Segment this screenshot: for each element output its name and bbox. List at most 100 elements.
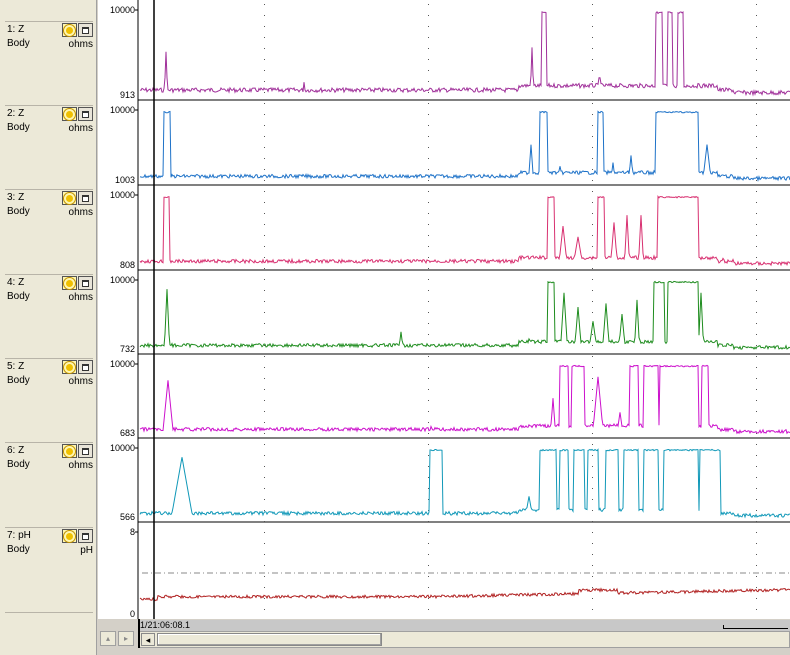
y-min-label: 0 <box>130 609 135 619</box>
separator <box>5 612 93 613</box>
grid-dot <box>428 301 429 302</box>
grid-dot <box>592 224 593 225</box>
grid-dot <box>592 488 593 489</box>
grid-dot <box>264 400 265 401</box>
lock-icon[interactable] <box>78 107 93 121</box>
channel-label-5[interactable]: 5: Z Body ohms <box>0 358 97 442</box>
lock-icon[interactable] <box>78 444 93 458</box>
lightbulb-icon[interactable] <box>62 191 77 205</box>
grid-dot <box>264 466 265 467</box>
grid-dot <box>756 15 757 16</box>
grid-dot <box>264 268 265 269</box>
grid-dot <box>428 246 429 247</box>
grid-dot <box>756 114 757 115</box>
grid-dot <box>592 466 593 467</box>
grid-dot <box>592 444 593 445</box>
grid-dot <box>264 136 265 137</box>
grid-dot <box>756 510 757 511</box>
grid-dot <box>264 191 265 192</box>
grid-dot <box>264 521 265 522</box>
channel-name: 5: Z <box>7 361 25 372</box>
nav-buttons: ◂ ▸ <box>0 628 136 655</box>
time-cursor-foot <box>138 619 140 648</box>
grid-dot <box>428 422 429 423</box>
nav-left-button-2[interactable]: ▴ <box>100 631 116 646</box>
grid-dot <box>592 301 593 302</box>
grid-dot <box>428 213 429 214</box>
grid-dot <box>756 290 757 291</box>
grid-dot <box>264 103 265 104</box>
channel-label-2[interactable]: 2: Z Body ohms <box>0 105 97 189</box>
channel-label-1[interactable]: 1: Z Body ohms <box>0 21 97 105</box>
grid-dot <box>428 224 429 225</box>
grid-dot <box>428 466 429 467</box>
time-label: 1/21:06:08.1 <box>140 620 191 630</box>
grid-dot <box>756 323 757 324</box>
lightbulb-icon[interactable] <box>62 107 77 121</box>
channel-name: 2: Z <box>7 108 25 119</box>
grid-dot <box>756 466 757 467</box>
channel-location: Body <box>7 122 30 133</box>
lock-icon[interactable] <box>78 191 93 205</box>
lock-icon[interactable] <box>78 276 93 290</box>
lightbulb-icon[interactable] <box>62 23 77 37</box>
grid-dot <box>264 356 265 357</box>
scroll-left-icon[interactable]: ◂ <box>141 633 155 646</box>
grid-dot <box>756 334 757 335</box>
grid-dot <box>756 576 757 577</box>
grid-dot <box>756 477 757 478</box>
channel-label-end <box>0 612 97 622</box>
grid-dot <box>264 235 265 236</box>
y-max-label: 10000 <box>110 5 135 15</box>
grid-dot <box>756 103 757 104</box>
grid-dot <box>592 565 593 566</box>
grid-dot <box>592 576 593 577</box>
grid-dot <box>428 521 429 522</box>
lock-icon[interactable] <box>78 529 93 543</box>
lock-icon[interactable] <box>78 23 93 37</box>
channel-label-6[interactable]: 6: Z Body ohms <box>0 442 97 526</box>
lightbulb-icon[interactable] <box>62 360 77 374</box>
grid-dot <box>428 312 429 313</box>
grid-dot <box>264 48 265 49</box>
grid-dot <box>592 26 593 27</box>
grid-dot <box>756 422 757 423</box>
grid-dot <box>756 257 757 258</box>
grid-dot <box>756 59 757 60</box>
y-min-label: 566 <box>120 512 135 522</box>
grid-dot <box>592 554 593 555</box>
grid-dot <box>428 70 429 71</box>
y-max-label: 10000 <box>110 190 135 200</box>
lightbulb-icon[interactable] <box>62 444 77 458</box>
lightbulb-icon[interactable] <box>62 529 77 543</box>
grid-dot <box>428 554 429 555</box>
grid-dot <box>756 444 757 445</box>
grid-dot <box>756 455 757 456</box>
lock-icon[interactable] <box>78 360 93 374</box>
channel-trace-5 <box>139 364 790 435</box>
grid-dot <box>592 532 593 533</box>
grid-dot <box>264 543 265 544</box>
nav-right-button-2[interactable]: ▸ <box>118 631 134 646</box>
grid-dot <box>428 488 429 489</box>
horizontal-scrollbar[interactable]: ◂ <box>138 631 790 648</box>
scrollbar-thumb[interactable] <box>157 633 382 646</box>
grid-dot <box>264 499 265 500</box>
y-max-label: 10000 <box>110 105 135 115</box>
channel-label-3[interactable]: 3: Z Body ohms <box>0 189 97 273</box>
channel-unit: pH <box>80 545 93 556</box>
grid-dot <box>756 213 757 214</box>
grid-dot <box>592 136 593 137</box>
grid-dot <box>756 301 757 302</box>
channel-trace-7 <box>139 587 790 602</box>
lightbulb-icon[interactable] <box>62 276 77 290</box>
grid-dot <box>428 378 429 379</box>
grid-dot <box>264 290 265 291</box>
trace-plot-area[interactable]: 10000 913 10000 1003 10000 808 10000 732 10000 68… <box>98 0 790 619</box>
channel-label-4[interactable]: 4: Z Body ohms <box>0 274 97 358</box>
grid-dot <box>264 477 265 478</box>
channel-label-7[interactable]: 7: pH Body pH <box>0 527 97 611</box>
grid-dot <box>428 400 429 401</box>
traces-svg[interactable]: 10000 913 10000 1003 10000 808 10000 732 10000 68… <box>98 0 790 619</box>
grid-dot <box>264 147 265 148</box>
